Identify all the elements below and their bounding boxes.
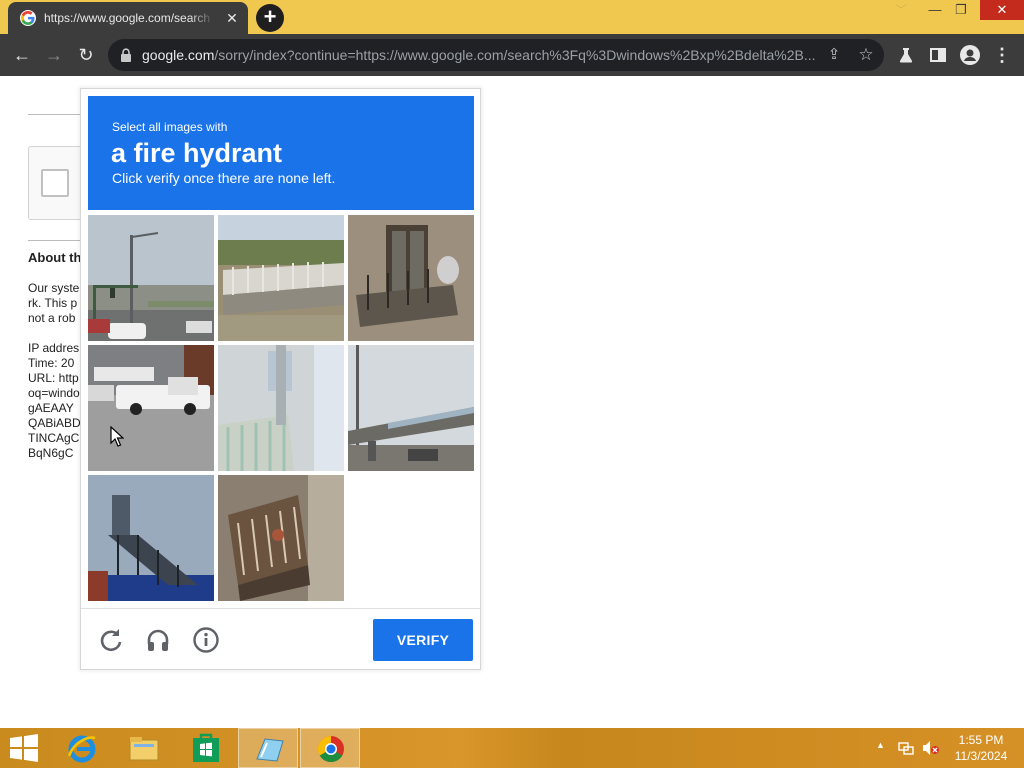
tab-search-chevron-icon[interactable]: ﹀ — [884, 0, 918, 20]
volume-muted-icon[interactable] — [922, 740, 940, 756]
image-tile[interactable] — [88, 345, 214, 471]
recaptcha-challenge: Select all images with a fire hydrant Cl… — [80, 88, 481, 670]
windows-taskbar: ▲ 1:55 PM 11/3/2024 — [0, 728, 1024, 768]
store-icon — [193, 733, 219, 762]
restore-button[interactable]: ❐ — [944, 0, 978, 20]
instruction-text: Select all images with — [112, 120, 228, 134]
network-icon[interactable] — [898, 740, 914, 756]
page-text-line: QABiABD — [28, 416, 81, 430]
avatar — [960, 45, 980, 65]
page-text-line: not a rob — [28, 311, 76, 325]
mouse-cursor-icon — [110, 426, 124, 447]
image-tile[interactable] — [348, 215, 474, 341]
page-text-line: Our syste — [28, 281, 80, 295]
image-tile[interactable] — [348, 345, 474, 471]
profile-icon[interactable] — [958, 43, 982, 67]
share-icon[interactable]: ⇪ — [824, 46, 844, 64]
tab-title: https://www.google.com/search — [44, 10, 214, 26]
labs-flask-icon[interactable] — [894, 43, 918, 67]
image-tile[interactable] — [88, 475, 214, 601]
address-host: google.com — [142, 47, 215, 63]
show-hidden-icons-icon[interactable]: ▲ — [876, 740, 885, 750]
page-text-line: URL: http — [28, 371, 79, 385]
about-heading: About th — [28, 250, 82, 265]
forward-arrow-icon[interactable]: → — [42, 43, 66, 67]
close-window-button[interactable]: ✕ — [980, 0, 1024, 20]
taskbar-internet-explorer[interactable] — [52, 728, 112, 768]
start-button-windows-icon[interactable] — [8, 734, 40, 762]
clock-date: 11/3/2024 — [954, 749, 1008, 763]
instruction-subtext: Click verify once there are none left. — [112, 170, 336, 186]
address-bar[interactable]: google.com/sorry/index?continue=https://… — [108, 39, 884, 71]
file-explorer-icon — [129, 737, 159, 761]
menu-icon[interactable]: ⋮ — [990, 43, 1014, 67]
address-text[interactable]: google.com/sorry/index?continue=https://… — [142, 47, 822, 63]
page-text-line: gAEAAY — [28, 401, 74, 415]
tab-close-icon[interactable]: ✕ — [224, 10, 240, 26]
clock-time: 1:55 PM — [958, 733, 1004, 747]
back-arrow-icon[interactable]: ← — [10, 43, 34, 67]
info-icon[interactable] — [192, 626, 220, 654]
lock-icon — [121, 48, 131, 62]
divider — [28, 114, 88, 115]
reload-icon[interactable]: ↻ — [74, 43, 98, 67]
image-tile[interactable] — [218, 475, 344, 601]
page-text-line: Time: 20 — [28, 356, 75, 370]
recaptcha-anchor-box — [28, 146, 88, 220]
tab-strip: https://www.google.com/search ✕ + ﹀ — ❐ … — [0, 0, 1024, 34]
audio-headphones-icon[interactable] — [144, 626, 172, 654]
page-text-line: IP addres — [28, 341, 80, 355]
taskbar-store[interactable] — [176, 728, 236, 768]
browser-toolbar: ← → ↻ google.com/sorry/index?continue=ht… — [0, 34, 1024, 76]
google-favicon-icon — [20, 10, 36, 26]
image-tile-empty[interactable] — [348, 475, 474, 601]
footer-divider — [81, 608, 480, 609]
not-a-robot-checkbox[interactable] — [41, 169, 69, 197]
page-text-line: rk. This p — [28, 296, 78, 310]
image-tile[interactable] — [218, 215, 344, 341]
taskbar-file-explorer[interactable] — [114, 728, 174, 768]
bookmark-star-icon[interactable]: ☆ — [856, 45, 876, 65]
challenge-target: a fire hydrant — [111, 138, 283, 168]
taskbar-paint[interactable] — [238, 728, 298, 768]
internet-explorer-icon — [67, 735, 96, 763]
side-panel-icon[interactable] — [926, 43, 950, 67]
browser-tab[interactable]: https://www.google.com/search ✕ — [8, 2, 248, 34]
image-tile[interactable] — [218, 345, 344, 471]
page-text-line: BqN6gC — [28, 446, 74, 460]
taskbar-chrome[interactable] — [300, 728, 360, 768]
system-clock[interactable]: 1:55 PM 11/3/2024 — [948, 732, 1014, 764]
reload-icon[interactable] — [97, 626, 125, 654]
verify-button[interactable]: VERIFY — [373, 619, 473, 661]
image-tile[interactable] — [88, 215, 214, 341]
chrome-icon — [317, 735, 344, 763]
paint-icon — [256, 738, 284, 762]
page-text-line: TINCAgC — [28, 431, 80, 445]
address-path: /sorry/index?continue=https://www.google… — [214, 47, 816, 63]
challenge-header: Select all images with a fire hydrant Cl… — [88, 96, 474, 210]
page-text-line: oq=windo — [28, 386, 80, 400]
divider — [28, 240, 88, 241]
new-tab-button[interactable]: + — [256, 4, 284, 32]
